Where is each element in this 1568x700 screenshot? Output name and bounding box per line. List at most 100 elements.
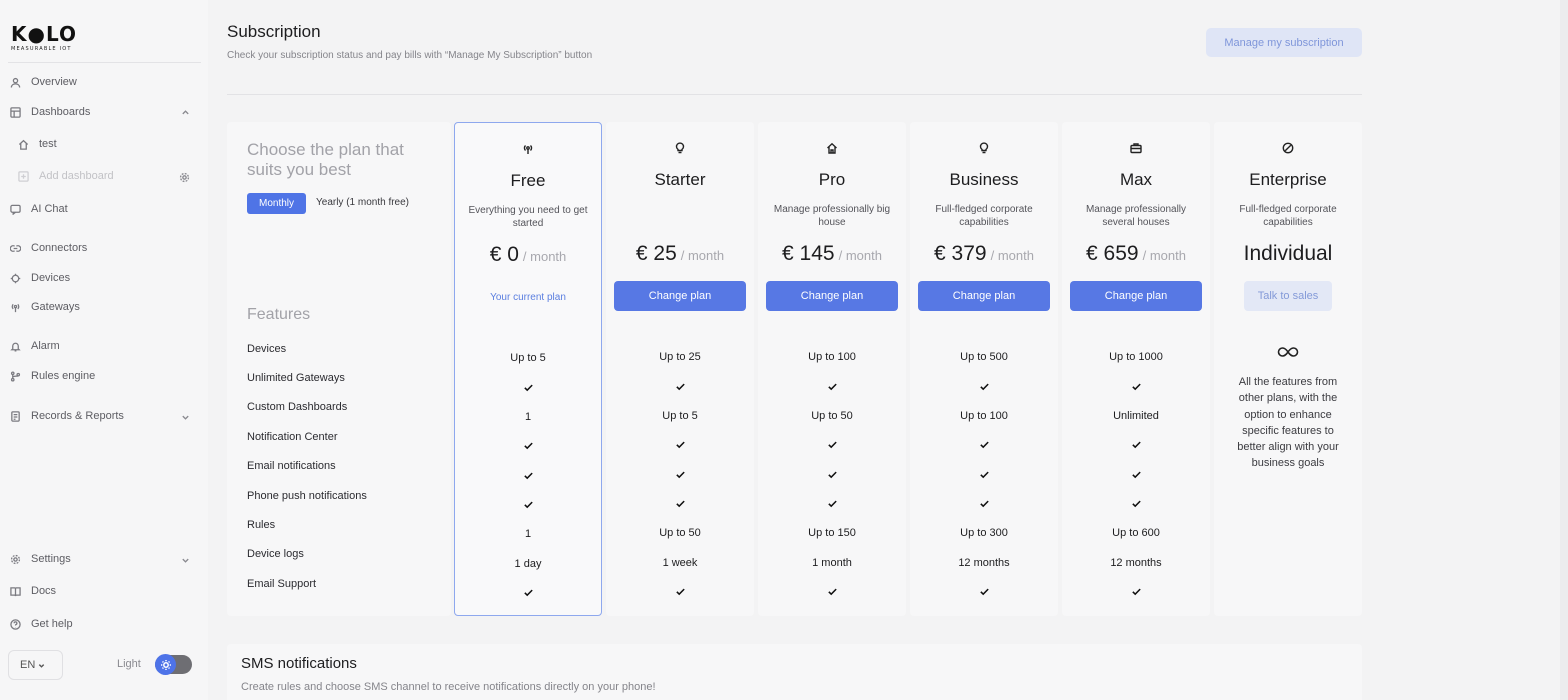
sidebar-item-connectors[interactable]: Connectors [10, 240, 87, 256]
help-icon [10, 618, 21, 630]
flow-icon [10, 370, 21, 382]
sidebar-item-devices[interactable]: Devices [10, 270, 70, 286]
sidebar-item-label: Devices [31, 272, 71, 284]
sidebar-item-overview[interactable]: Overview [10, 74, 77, 90]
theme-toggle[interactable] [155, 654, 192, 675]
home-icon [827, 142, 837, 154]
check-icon [827, 441, 837, 449]
check-icon [1062, 439, 1210, 453]
plan-card-enterprise: Enterprise Full-fledged corporate capabi… [1214, 122, 1362, 616]
infinity-icon [1277, 347, 1299, 357]
check-icon [827, 588, 837, 596]
sidebar: K●LO MEASURABLE IOT Overview Dashboards … [0, 0, 208, 700]
logo[interactable]: K●LO MEASURABLE IOT [11, 24, 81, 52]
sidebar-item-test[interactable]: test [18, 136, 57, 152]
feature-value: Up to 1000 [1109, 351, 1163, 363]
choose-plan-heading: Choose the plan that suits you best [247, 140, 404, 179]
check-icon [606, 439, 754, 453]
check-icon [455, 382, 601, 396]
sidebar-item-rules-engine[interactable]: Rules engine [10, 368, 95, 384]
scrollbar-track[interactable] [1560, 0, 1568, 700]
sidebar-item-gateways[interactable]: Gateways [10, 299, 80, 315]
feature-value: Up to 50 [811, 410, 853, 422]
language-select[interactable]: EN [8, 650, 63, 680]
enterprise-note: All the features from other plans, with … [1237, 376, 1339, 470]
chevron-down-icon[interactable] [181, 556, 190, 565]
feature-label: Email Support [247, 578, 317, 590]
feature-label: Rules [247, 519, 276, 531]
check-icon [675, 441, 685, 449]
check-icon [910, 498, 1058, 512]
lightbulb-icon [979, 142, 989, 154]
feature-label: Notification Center [247, 431, 338, 443]
check-icon [523, 442, 533, 450]
feature-value: Up to 150 [808, 527, 856, 539]
sidebar-divider [8, 62, 201, 63]
sidebar-item-records-reports[interactable]: Records & Reports [10, 408, 124, 424]
page-title: Subscription [227, 22, 321, 41]
sidebar-item-settings[interactable]: Settings [10, 551, 71, 567]
check-icon [523, 384, 533, 392]
plan-card-free: Free Everything you need to get started … [454, 122, 602, 616]
page-subtitle: Check your subscription status and pay b… [227, 50, 593, 61]
check-icon [455, 440, 601, 454]
book-icon [10, 586, 21, 596]
plan-amount: € 379 [934, 242, 987, 265]
check-icon [1131, 383, 1141, 391]
sms-subtitle: Create rules and choose SMS channel to r… [241, 681, 656, 693]
change-plan-button[interactable]: Change plan [1070, 281, 1202, 311]
change-plan-button[interactable]: Change plan [614, 281, 746, 311]
plan-period: / month [1142, 248, 1186, 263]
logo-tagline: MEASURABLE IOT [11, 46, 72, 52]
feature-value: Up to 5 [510, 352, 546, 364]
current-plan-label: Your current plan [490, 292, 566, 303]
chevron-down-icon [39, 663, 45, 668]
feature-value: Up to 600 [1112, 527, 1160, 539]
feature-value: Up to 25 [659, 351, 701, 363]
logo-word: K●LO [11, 22, 77, 46]
chevron-up-icon[interactable] [181, 108, 190, 117]
user-icon [10, 77, 21, 88]
plan-amount: € 145 [782, 242, 835, 265]
plan-amount: € 659 [1086, 242, 1139, 265]
check-icon [1062, 381, 1210, 395]
sidebar-item-get-help[interactable]: Get help [10, 616, 73, 632]
feature-label: Unlimited Gateways [247, 372, 345, 384]
plan-amount: Individual [1243, 242, 1333, 265]
billing-yearly-button[interactable]: Yearly (1 month free) [316, 197, 409, 208]
check-icon [979, 471, 989, 479]
manage-subscription-button[interactable]: Manage my subscription [1206, 28, 1362, 57]
feature-value: Up to 300 [960, 527, 1008, 539]
billing-monthly-button[interactable]: Monthly [247, 193, 306, 214]
sidebar-item-alarm[interactable]: Alarm [10, 338, 60, 354]
check-icon [910, 586, 1058, 600]
sidebar-item-docs[interactable]: Docs [10, 583, 56, 599]
theme-label: Light [117, 658, 141, 670]
plan-card-max: Max Manage professionally several houses… [1062, 122, 1210, 616]
plan-period: / month [838, 248, 882, 263]
sidebar-item-dashboards[interactable]: Dashboards [10, 104, 90, 120]
plan-card-starter: Starter € 25/ month Change plan Up to 25… [606, 122, 754, 616]
plan-description: Everything you need to get started [468, 205, 588, 229]
plan-price: € 659/ month [1062, 242, 1210, 266]
sidebar-item-add-dashboard[interactable]: Add dashboard [18, 168, 114, 184]
gear-icon[interactable] [179, 172, 190, 183]
plan-card-business: Business Full-fledged corporate capabili… [910, 122, 1058, 616]
sidebar-item-label: Records & Reports [31, 410, 124, 422]
sidebar-item-ai-chat[interactable]: AI Chat [10, 201, 68, 217]
check-icon [606, 381, 754, 395]
plan-price: € 0/ month [455, 243, 601, 267]
check-icon [1131, 500, 1141, 508]
talk-to-sales-button[interactable]: Talk to sales [1244, 281, 1332, 311]
check-icon [758, 498, 906, 512]
plan-period: / month [680, 248, 725, 263]
change-plan-button[interactable]: Change plan [918, 281, 1050, 311]
chevron-down-icon[interactable] [181, 413, 190, 422]
check-icon [523, 589, 533, 597]
check-icon [455, 499, 601, 513]
check-icon [1131, 588, 1141, 596]
sidebar-item-label: Docs [31, 585, 57, 597]
check-icon [910, 469, 1058, 483]
change-plan-button[interactable]: Change plan [766, 281, 898, 311]
check-icon [675, 383, 685, 391]
